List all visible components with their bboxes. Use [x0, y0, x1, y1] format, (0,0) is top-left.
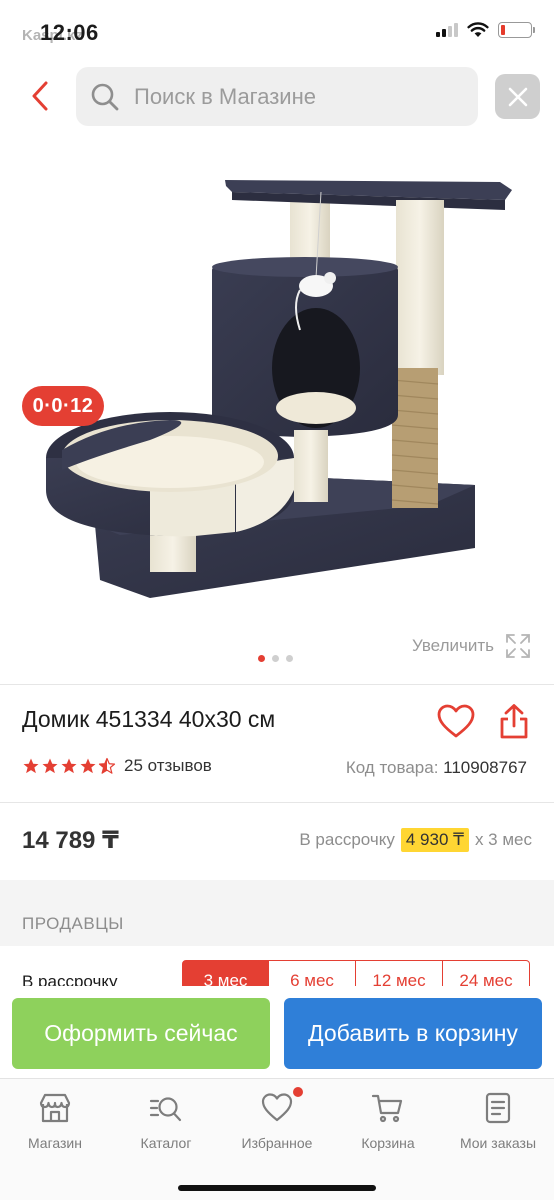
period-tab-24[interactable]: 24 мес — [443, 960, 530, 986]
battery-icon — [498, 22, 535, 38]
close-icon — [508, 87, 527, 106]
product-code-value: 110908767 — [443, 758, 527, 777]
installment-suffix: x 3 мес — [474, 830, 532, 849]
tab-label: Корзина — [361, 1135, 415, 1151]
heart-icon — [437, 704, 475, 738]
notification-dot — [293, 1087, 303, 1097]
period-tab-3[interactable]: 3 мес — [182, 960, 269, 986]
tab-label: Каталог — [140, 1135, 192, 1151]
installment-row-label: В рассрочку — [22, 972, 118, 986]
tab-catalog[interactable]: Каталог — [111, 1091, 221, 1151]
cart-icon — [371, 1094, 403, 1123]
period-tab-6[interactable]: 6 мес — [269, 960, 356, 986]
reviews-link[interactable]: 25 отзывов — [124, 756, 212, 776]
search-input[interactable] — [134, 83, 454, 110]
installment-period-row: В рассрочку 3 мес 6 мес 12 мес 24 мес — [0, 946, 554, 986]
heart-icon — [261, 1093, 293, 1122]
bottom-tab-bar: Магазин Каталог Избранное Корзина Мои за… — [0, 1078, 554, 1200]
cellular-signal-icon — [436, 23, 458, 37]
favorite-button[interactable] — [436, 702, 476, 742]
tab-label: Мои заказы — [459, 1135, 537, 1151]
share-button[interactable] — [496, 702, 532, 742]
favorites-icon-wrap — [260, 1087, 303, 1125]
installment-amount: 4 930 ₸ — [400, 828, 469, 852]
store-icon — [39, 1093, 71, 1123]
status-icons — [436, 22, 535, 38]
zoom-button[interactable]: Увеличить — [412, 632, 532, 660]
sellers-section: ПРОДАВЦЫ — [0, 880, 554, 946]
product-price: 14 789 ₸ — [22, 827, 119, 854]
image-pagination[interactable] — [258, 655, 293, 662]
catalog-search-icon — [149, 1097, 182, 1122]
status-bar: Kaspi.kz 12:06 — [0, 0, 554, 64]
add-to-cart-button[interactable]: Добавить в корзину — [284, 998, 542, 1069]
rating-stars — [22, 757, 116, 775]
search-box[interactable] — [76, 67, 478, 126]
product-rating[interactable]: 25 отзывов — [22, 756, 212, 776]
status-time: 12:06 — [40, 20, 99, 45]
expand-icon — [506, 634, 530, 658]
star-icon — [80, 758, 96, 774]
tab-store[interactable]: Магазин — [0, 1091, 110, 1151]
divider — [0, 684, 554, 685]
pagination-dot[interactable] — [258, 655, 265, 662]
pagination-dot[interactable] — [286, 655, 293, 662]
product-code: Код товара: 110908767 — [346, 758, 527, 778]
tab-label: Магазин — [27, 1135, 82, 1151]
tab-my-orders[interactable]: Мои заказы — [443, 1091, 553, 1151]
installment-info: В рассрочку 4 930 ₸ x 3 мес — [299, 828, 532, 852]
wifi-icon — [467, 22, 489, 37]
half-star-icon — [98, 757, 116, 774]
pagination-dot[interactable] — [272, 655, 279, 662]
star-icon — [23, 758, 39, 774]
tab-label: Избранное — [241, 1135, 313, 1151]
chevron-left-icon — [32, 81, 48, 111]
installment-period-tabs: 3 мес 6 мес 12 мес 24 мес — [182, 960, 530, 986]
discount-timer-badge: 0·0·12 — [22, 386, 104, 426]
search-icon — [91, 83, 119, 110]
star-icon — [42, 758, 58, 774]
buy-now-button[interactable]: Оформить сейчас — [12, 998, 270, 1069]
product-code-label: Код товара: — [345, 758, 439, 777]
product-image[interactable] — [0, 140, 554, 620]
action-bar: Оформить сейчас Добавить в корзину — [0, 986, 554, 1078]
home-indicator[interactable] — [178, 1185, 376, 1191]
orders-list-icon — [485, 1092, 511, 1124]
share-icon — [500, 704, 528, 739]
product-title: Домик 451334 40х30 см — [22, 706, 276, 732]
period-tab-12[interactable]: 12 мес — [356, 960, 443, 986]
close-search-button[interactable] — [495, 74, 540, 119]
tab-cart[interactable]: Корзина — [333, 1091, 443, 1151]
sellers-heading: ПРОДАВЦЫ — [22, 914, 124, 933]
installment-prefix: В рассрочку — [299, 830, 395, 849]
back-button[interactable] — [24, 76, 58, 116]
zoom-label: Увеличить — [412, 636, 494, 655]
tab-favorites[interactable]: Избранное — [222, 1087, 332, 1151]
star-icon — [61, 758, 77, 774]
divider — [0, 802, 554, 803]
